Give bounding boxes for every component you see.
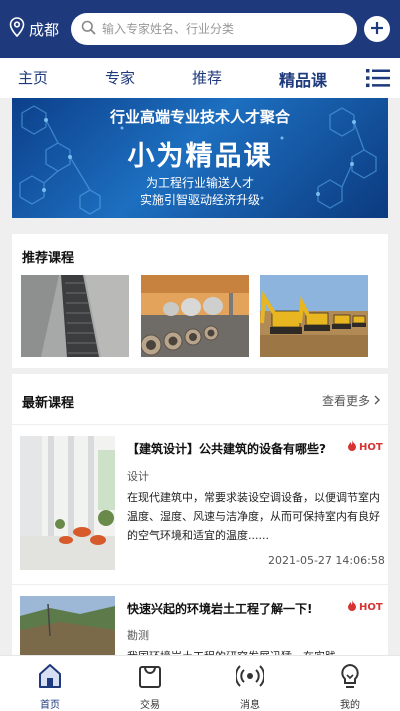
tab-recommend[interactable]: 推荐: [192, 67, 222, 88]
recommended-section: 推荐课程: [12, 234, 388, 368]
bottom-nav-label: 交易: [140, 700, 160, 711]
plus-icon: [370, 20, 384, 39]
course-title[interactable]: 【建筑设计】公共建筑的设备有哪些?: [127, 440, 326, 457]
pipeline-plant-image: [141, 275, 249, 357]
home-icon: [36, 664, 64, 694]
banner-subtitle-2: 实施引智驱动经济升级: [139, 193, 260, 207]
search-input[interactable]: [102, 22, 332, 36]
top-header: 成都: [0, 0, 400, 58]
category-tabs: 主页 专家 推荐 精品课: [0, 58, 400, 98]
divider: [12, 424, 388, 425]
latest-section: 最新课程 查看更多 【建筑设计】公共建筑的设备有哪些? HOT 设计 在现代建筑…: [12, 374, 388, 664]
location-selector[interactable]: 成都: [9, 17, 59, 41]
city-label: 成都: [29, 20, 60, 39]
course-thumbnail[interactable]: [20, 596, 115, 664]
flame-icon: [348, 440, 359, 454]
banner-tagline: 行业高端专业技术人才聚合: [109, 108, 290, 126]
course-category: 设计: [127, 470, 149, 483]
divider: [12, 584, 388, 585]
drainage-grate-image: [21, 275, 129, 357]
course-description: 在现代建筑中，常要求装设空调设备，以便调节室内温度、湿度、风速与洁净度，从而可保…: [127, 491, 380, 542]
hot-badge: HOT: [348, 440, 383, 454]
broadcast-icon: [234, 665, 266, 694]
tab-home[interactable]: 主页: [18, 67, 48, 88]
course-category: 勘测: [127, 629, 149, 642]
view-more-label: 查看更多: [322, 394, 371, 408]
view-more-link[interactable]: 查看更多: [322, 392, 381, 409]
flame-icon: [348, 600, 359, 614]
course-date: 2021-05-27 14:06:58: [268, 554, 385, 567]
bottom-navigation: 首页 交易 消息 我的: [0, 655, 400, 711]
hot-label: HOT: [359, 601, 383, 613]
banner-title: 小为精品课: [127, 141, 273, 172]
shopping-bag-icon: [136, 666, 164, 694]
location-pin-icon: [9, 17, 29, 41]
recommended-course-3[interactable]: [260, 275, 368, 357]
course-thumbnail[interactable]: [20, 436, 115, 570]
hot-label: HOT: [359, 441, 383, 453]
hot-badge: HOT: [348, 600, 383, 614]
search-box[interactable]: [71, 13, 357, 45]
excavators-image: [260, 275, 368, 357]
hillside-landscape-image: [20, 596, 115, 664]
bottom-nav-trade[interactable]: 交易: [120, 662, 180, 711]
recommended-course-1[interactable]: [21, 275, 129, 357]
menu-icon[interactable]: [366, 68, 390, 88]
bottom-nav-messages[interactable]: 消息: [220, 662, 280, 711]
section-title: 最新课程: [22, 396, 75, 411]
search-icon: [81, 20, 96, 39]
section-title: 推荐课程: [22, 251, 75, 266]
course-title[interactable]: 快速兴起的环境岩土工程了解一下!: [127, 600, 312, 617]
recommended-course-2[interactable]: [141, 275, 249, 357]
bottom-nav-label: 我的: [340, 700, 360, 711]
bottom-nav-home[interactable]: 首页: [20, 662, 80, 711]
bottom-nav-label: 消息: [240, 700, 260, 711]
lightbulb-icon: [336, 663, 364, 694]
interior-lobby-image: [20, 436, 115, 570]
banner-subtitle-1: 为工程行业输送人才: [145, 176, 254, 190]
chevron-right-icon: [374, 394, 381, 408]
bottom-nav-label: 首页: [40, 700, 60, 711]
tab-premium-courses[interactable]: 精品课: [279, 67, 327, 91]
tab-experts[interactable]: 专家: [105, 67, 135, 88]
promo-banner[interactable]: 行业高端专业技术人才聚合 小为精品课 为工程行业输送人才 实施引智驱动经济升级: [12, 98, 388, 218]
bottom-nav-profile[interactable]: 我的: [320, 662, 380, 711]
add-button[interactable]: [364, 16, 390, 42]
